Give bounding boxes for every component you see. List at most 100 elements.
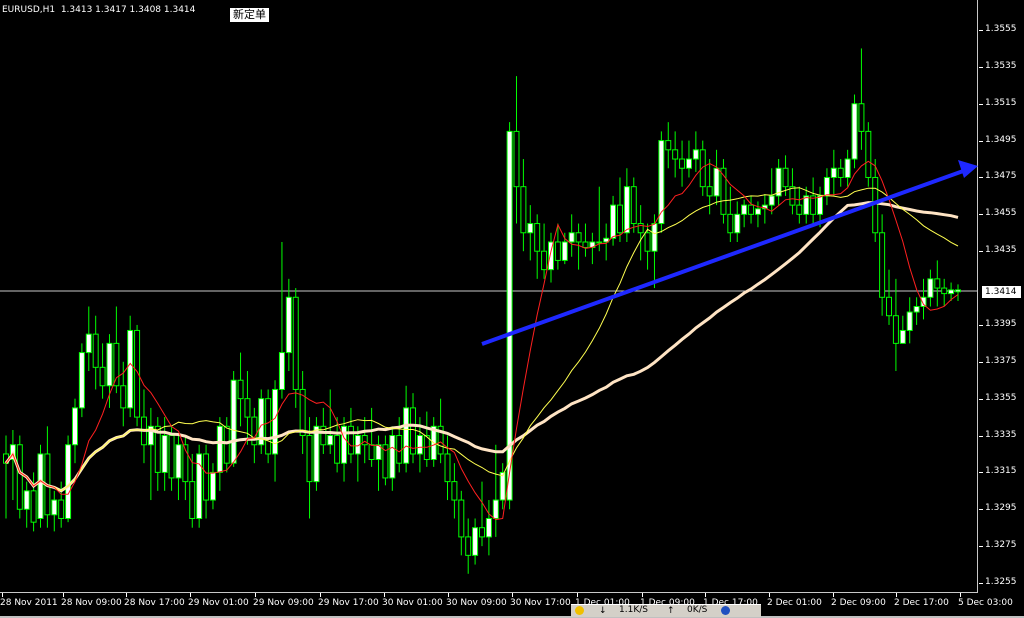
candle [258,389,265,454]
price-tick [979,472,983,474]
price-tick [979,546,983,548]
traffic-out-label: 0K/S [687,605,708,615]
price-label: 1.3515 [985,97,1017,108]
price-tick [979,398,983,400]
candles-layer [3,48,961,574]
candle [99,343,106,399]
outgoing-arrow-icon: ↑ [667,606,675,616]
candle [278,241,285,399]
candle [37,444,44,528]
time-tick [126,593,127,597]
candle [506,122,513,510]
price-label: 1.3275 [985,540,1017,551]
price-label: 1.3315 [985,466,1017,477]
candle [472,518,479,565]
candle [9,430,16,501]
price-label: 1.3475 [985,171,1017,182]
candle [285,278,292,372]
candle [189,453,196,528]
price-label: 1.3375 [985,355,1017,366]
candle [106,334,113,408]
price-label: 1.3335 [985,429,1017,440]
candle [16,435,23,519]
time-label: 28 Nov 2011 [0,598,58,608]
candle [147,407,154,501]
candle [361,417,368,464]
candle [140,389,147,464]
price-tick [979,435,983,437]
candle [479,481,485,547]
time-label: 30 Nov 17:00 [510,598,571,608]
candle [354,426,361,482]
candle [568,214,575,257]
time-tick [320,593,321,597]
candle [410,393,417,464]
trendline-arrow-icon [958,160,978,178]
price-label: 1.3255 [985,577,1017,587]
candle [955,284,961,301]
candle [196,444,203,528]
symbol-info: EURUSD,H1 1.3413 1.3417 1.3408 1.3414 [2,5,196,15]
candle [630,177,637,233]
candle [458,490,465,556]
candle [341,417,348,482]
candle [865,122,872,187]
price-tick [979,214,983,216]
candle [637,205,644,261]
candle [748,195,755,224]
candle [589,232,596,265]
candle [679,140,686,187]
time-tick [190,593,191,597]
candle [51,490,58,532]
candle [368,407,375,467]
incoming-arrow-icon: ↓ [599,606,607,616]
price-tick [979,140,983,142]
candle [71,398,78,464]
candle [906,297,913,344]
candle [237,352,244,427]
candle [692,131,699,172]
candle [230,371,237,467]
candle [444,435,451,501]
time-tick [448,593,449,597]
candle [65,435,72,523]
candle [837,159,844,187]
time-label: 2 Dec 09:00 [831,598,886,608]
candle [823,168,830,206]
candle [913,297,920,325]
time-tick [577,593,578,597]
candle [541,223,548,279]
price-tick [979,583,983,584]
candle [78,343,85,418]
candle [161,417,168,491]
time-label: 2 Dec 17:00 [894,598,949,608]
price-chart[interactable] [0,0,978,593]
candle [892,278,899,372]
candle [582,223,589,257]
candle [810,177,817,224]
candle [685,140,692,178]
candle [754,201,761,228]
candle [313,417,320,491]
time-tick [512,593,513,597]
candle [713,149,720,206]
chart-area[interactable] [0,0,978,593]
price-tick [979,103,983,105]
chart-window[interactable]: EURUSD,H1 1.3413 1.3417 1.3408 1.3414 新定… [0,0,1024,617]
candle [734,201,741,242]
price-label: 1.3535 [985,60,1017,71]
candle [85,306,92,372]
candle [596,186,603,252]
price-label: 1.3455 [985,208,1017,219]
ma-fast-line [5,160,959,521]
status-bar: ↓ 1.1K/S ↑ 0K/S [571,604,761,617]
price-tick [979,177,983,179]
new-order-tooltip: 新定单 [229,7,270,23]
network-icon [721,606,730,618]
price-tick [979,251,983,253]
candle [3,435,9,519]
candle [534,214,541,279]
candle [665,122,672,169]
candle [844,149,851,187]
time-label: 30 Nov 09:00 [446,598,507,608]
